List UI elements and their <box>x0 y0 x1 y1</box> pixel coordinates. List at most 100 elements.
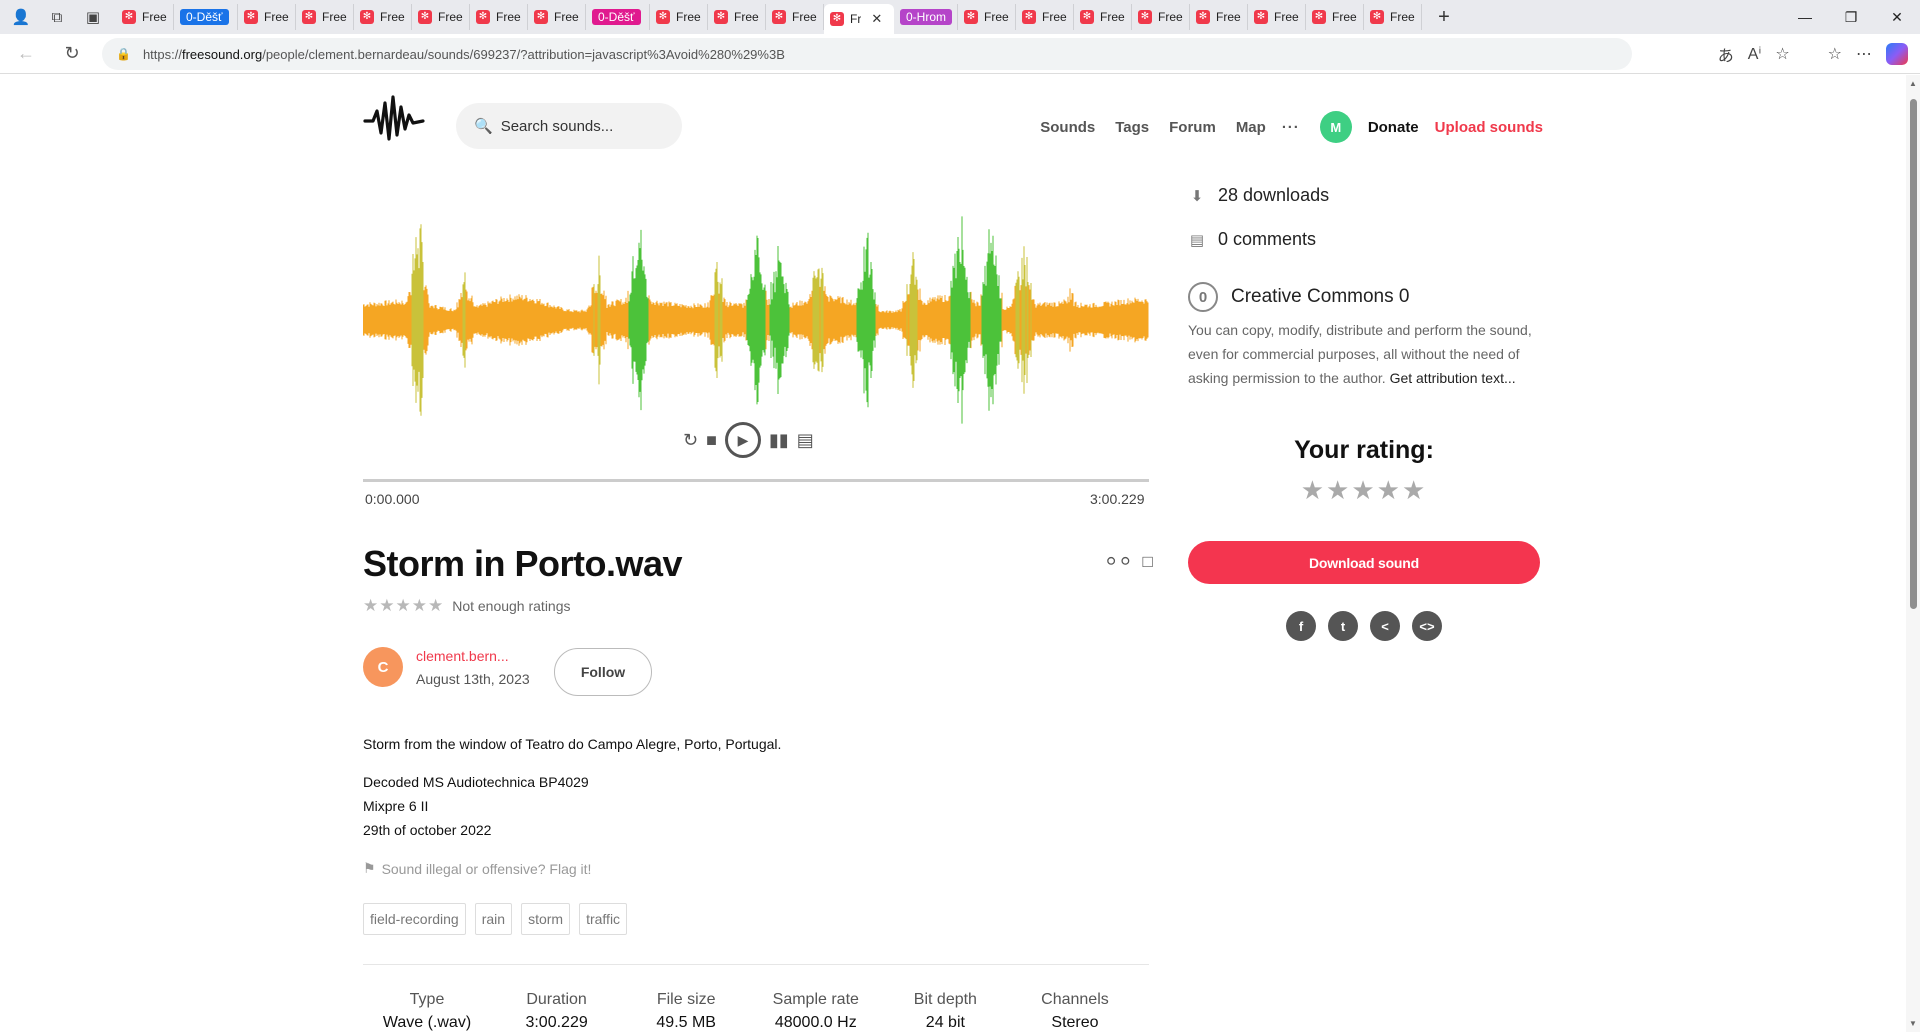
lock-icon[interactable]: 🔒 <box>116 47 131 61</box>
freesound-favicon-icon: ✻ <box>714 10 728 24</box>
browser-tab[interactable]: ✻ Freeso <box>1016 4 1074 30</box>
browser-tab[interactable]: ✻ Freeso <box>708 4 766 30</box>
favorites-icon[interactable]: ☆ <box>1828 44 1842 64</box>
tag-storm[interactable]: storm <box>521 903 571 935</box>
spec-value: 49.5 MB <box>656 1014 716 1031</box>
flag-link[interactable]: ⚑ Sound illegal or offensive? Flag it! <box>363 860 591 877</box>
freesound-favicon-icon: ✻ <box>122 10 136 24</box>
more-nav-icon[interactable]: ··· <box>1282 119 1300 136</box>
close-tab-icon[interactable]: ✕ <box>871 11 882 27</box>
spec-bit-depth: Bit depth 24 bit <box>881 991 1009 1032</box>
tab-group-label[interactable]: 0-Děšť <box>592 9 641 25</box>
tab-group-label[interactable]: 0-Hrom <box>900 9 953 25</box>
ruler-icon[interactable]: ▤ <box>797 430 814 451</box>
tab-label: Freeso <box>1100 10 1125 24</box>
browser-tab[interactable]: ✻ Freeso <box>1190 4 1248 30</box>
browser-tab[interactable]: ✻ Freeso <box>766 4 824 30</box>
browser-tab[interactable]: ✻ Freeso <box>238 4 296 30</box>
scrollbar-thumb[interactable] <box>1910 99 1917 609</box>
donate-link[interactable]: Donate <box>1368 119 1419 136</box>
embed-icon[interactable]: <> <box>1412 611 1442 641</box>
browser-tab[interactable]: ✻ Freeso <box>354 4 412 30</box>
user-avatar[interactable]: M <box>1319 111 1352 143</box>
play-button[interactable]: ▶ <box>724 422 761 458</box>
waveform[interactable] <box>363 180 1149 460</box>
scroll-up-icon[interactable]: ▲ <box>1909 79 1917 88</box>
restore-button[interactable]: ❐ <box>1828 0 1874 34</box>
url-path: /people/clement.bernardeau/sounds/699237… <box>262 46 785 62</box>
comments-stat[interactable]: ▤ 0 comments <box>1188 229 1316 250</box>
tag-traffic[interactable]: traffic <box>579 903 628 935</box>
follow-button[interactable]: Follow <box>554 648 652 696</box>
url-host: freesound.org <box>181 46 263 62</box>
similar-sounds-icon[interactable]: ⚪⚪ <box>1104 552 1133 572</box>
browser-tab[interactable]: ✻ Freeso <box>470 4 528 30</box>
attribution-link[interactable]: Get attribution text... <box>1390 370 1516 386</box>
tag-rain[interactable]: rain <box>474 903 513 935</box>
close-window-button[interactable]: ✕ <box>1874 0 1920 34</box>
author-name-link[interactable]: clement.bern... <box>416 648 530 664</box>
search-input[interactable]: 🔍 Search sounds... <box>456 103 682 149</box>
tab-actions-icon[interactable]: ▣ <box>78 2 108 32</box>
browser-tab[interactable]: 0-Děšť <box>586 4 650 30</box>
browser-tab[interactable]: 0-Hrom <box>894 4 958 30</box>
upload-sounds-link[interactable]: Upload sounds <box>1435 119 1543 136</box>
download-sound-button[interactable]: Download sound <box>1188 541 1540 584</box>
minimize-button[interactable]: — <box>1782 0 1828 34</box>
nav-forum[interactable]: Forum <box>1169 119 1216 136</box>
browser-tab[interactable]: ✻ Freeso <box>650 4 708 30</box>
new-tab-button[interactable]: + <box>1428 6 1460 29</box>
refresh-button[interactable]: ↻ <box>54 36 90 72</box>
spec-label: Channels <box>1041 991 1109 1008</box>
main-menu: Sounds Tags Forum Map ··· M Donate Uploa… <box>1020 111 1543 143</box>
read-aloud-icon[interactable]: Aⁱ <box>1748 44 1762 64</box>
translate-icon[interactable]: あ <box>1718 42 1734 66</box>
back-button[interactable]: ← <box>8 36 44 72</box>
browser-tab[interactable]: ✻ Freeso <box>1132 4 1190 30</box>
profile-icon[interactable]: 👤 <box>6 2 36 32</box>
nav-sounds[interactable]: Sounds <box>1040 119 1095 136</box>
favorite-star-icon[interactable]: ☆ <box>1775 44 1789 64</box>
browser-tab[interactable]: ✻ Fr ✕ <box>824 4 894 34</box>
browser-tab[interactable]: ✻ Freeso <box>528 4 586 30</box>
search-icon: 🔍 <box>474 118 493 135</box>
browser-tab[interactable]: ✻ Freeso <box>1364 4 1422 30</box>
loop-icon[interactable]: ↻ <box>683 430 698 451</box>
browser-tab[interactable]: 0-Děšť <box>174 4 238 30</box>
freesound-favicon-icon: ✻ <box>1370 10 1384 24</box>
browser-tab[interactable]: ✻ Freeso <box>958 4 1016 30</box>
rating-stars: ★★★★★ <box>363 596 445 615</box>
stop-icon[interactable]: ■ <box>706 430 717 451</box>
rate-stars[interactable]: ★★★★★ <box>1188 475 1540 506</box>
twitter-icon[interactable]: t <box>1328 611 1358 641</box>
spectrogram-icon[interactable]: ▮▮ <box>769 430 789 451</box>
browser-tab[interactable]: ✻ Freeso <box>412 4 470 30</box>
downloads-stat[interactable]: ⬇ 28 downloads <box>1188 185 1329 206</box>
url-field[interactable]: 🔒 https://freesound.org/people/clement.b… <box>102 38 1632 70</box>
scroll-down-icon[interactable]: ▼ <box>1909 1019 1917 1028</box>
nav-map[interactable]: Map <box>1236 119 1266 136</box>
tab-group-label[interactable]: 0-Děšť <box>180 9 229 25</box>
facebook-icon[interactable]: f <box>1286 611 1316 641</box>
page-scrollbar[interactable]: ▲ ▼ <box>1906 75 1920 1032</box>
license-title: 0 Creative Commons 0 <box>1188 282 1409 312</box>
more-menu-icon[interactable]: ⋯ <box>1856 44 1872 64</box>
browser-tab[interactable]: ✻ Freeso <box>1306 4 1364 30</box>
freesound-logo[interactable] <box>363 89 425 149</box>
playback-timeline[interactable] <box>363 479 1149 482</box>
author-avatar[interactable]: C <box>363 647 403 687</box>
spec-value: Wave (.wav) <box>382 1014 472 1031</box>
share-icon[interactable]: < <box>1370 611 1400 641</box>
workspaces-icon[interactable]: ⧉ <box>42 2 72 32</box>
tag-field-recording[interactable]: field-recording <box>363 903 466 935</box>
nav-tags[interactable]: Tags <box>1115 119 1149 136</box>
browser-tab[interactable]: ✻ Freeso <box>296 4 354 30</box>
tab-label: Freeso <box>142 10 167 24</box>
browser-tab[interactable]: ✻ Freeso <box>1074 4 1132 30</box>
browser-tab[interactable]: ✻ Freeso <box>1248 4 1306 30</box>
tab-label: Freeso <box>984 10 1009 24</box>
copilot-icon[interactable] <box>1886 43 1908 65</box>
browser-tab[interactable]: ✻ Freeso <box>116 4 174 30</box>
bookmark-icon[interactable]: □ <box>1143 552 1153 572</box>
tab-label: Freeso <box>554 10 579 24</box>
